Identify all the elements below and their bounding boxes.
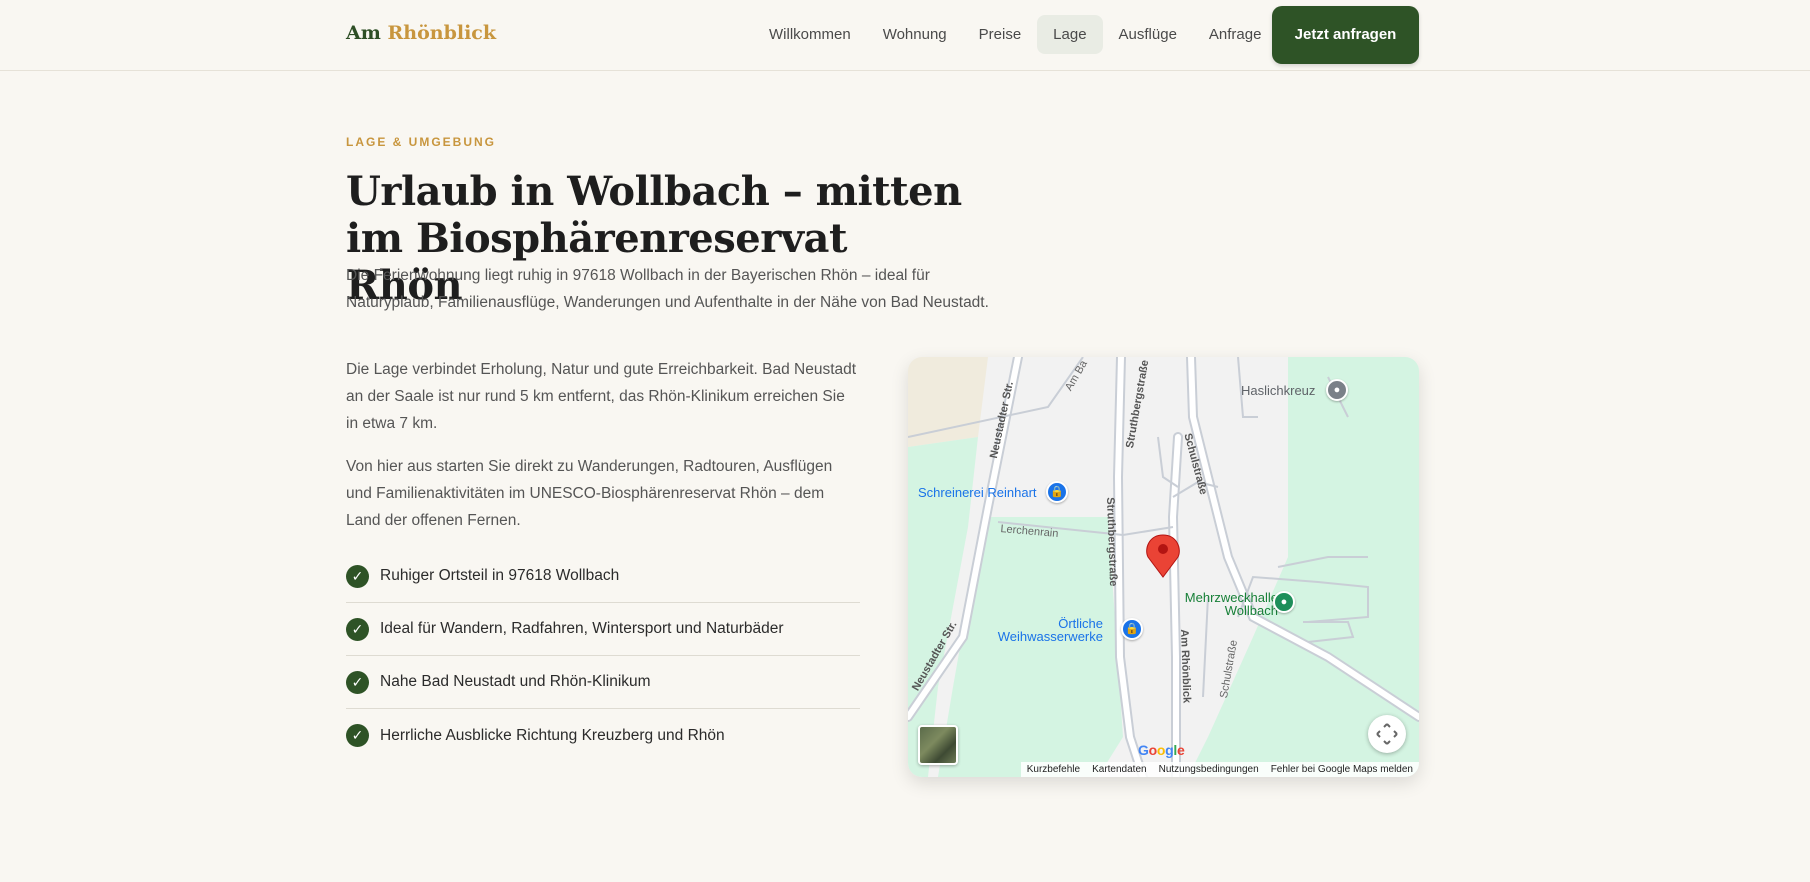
section-eyebrow: LAGE & UMGEBUNG xyxy=(346,135,496,149)
poi-label[interactable]: Wollbach xyxy=(1168,604,1278,618)
feature-label: Herrliche Ausblicke Richtung Kreuzberg u… xyxy=(380,726,725,744)
feature-item: ✓ Ideal für Wandern, Radfahren, Wintersp… xyxy=(346,603,860,656)
venue-icon[interactable]: ● xyxy=(1273,591,1295,613)
check-icon: ✓ xyxy=(346,564,369,588)
paragraph: Von hier aus starten Sie direkt zu Wande… xyxy=(346,458,833,529)
check-icon: ✓ xyxy=(346,617,369,641)
poi-label[interactable]: Weihwasserwerke xyxy=(993,629,1103,644)
paragraph: Die Lage verbindet Erholung, Natur und g… xyxy=(346,361,857,432)
feature-label: Ruhiger Ortsteil in 97618 Wollbach xyxy=(380,567,620,584)
brand-logo[interactable]: Am Rhönblick xyxy=(346,22,496,44)
map-data-link[interactable]: Kartendaten xyxy=(1092,762,1147,777)
fullscreen-icon xyxy=(1376,723,1398,745)
check-icon: ✓ xyxy=(346,670,369,694)
map-canvas[interactable] xyxy=(908,357,1419,777)
body-text: Die Lage verbindet Erholung, Natur und g… xyxy=(346,356,860,550)
map-attribution: Kurzbefehle Kartendaten Nutzungsbedingun… xyxy=(1020,762,1419,777)
site-header: Am Rhönblick Willkommen Wohnung Preise L… xyxy=(0,0,1810,71)
brand-part1: Am xyxy=(346,22,381,44)
feature-item: ✓ Ruhiger Ortsteil in 97618 Wollbach xyxy=(346,550,860,603)
google-logo: Google xyxy=(1138,742,1185,758)
feature-label: Ideal für Wandern, Radfahren, Winterspor… xyxy=(380,620,784,637)
check-icon: ✓ xyxy=(346,724,369,747)
nav-item-preise[interactable]: Preise xyxy=(963,15,1038,54)
feature-item: ✓ Herrliche Ausblicke Richtung Kreuzberg… xyxy=(346,709,860,762)
landmark-icon[interactable]: ● xyxy=(1326,379,1348,401)
feature-item: ✓ Nahe Bad Neustadt und Rhön-Klinikum xyxy=(346,656,860,709)
nav-item-ausfluege[interactable]: Ausflüge xyxy=(1103,15,1193,54)
street-label: Am Rhönblick xyxy=(1178,629,1193,704)
report-error-link[interactable]: Fehler bei Google Maps melden xyxy=(1271,762,1413,777)
nav-item-wohnung[interactable]: Wohnung xyxy=(867,15,963,54)
brand-part2: Rhönblick xyxy=(387,22,497,44)
shortcuts-link[interactable]: Kurzbefehle xyxy=(1027,762,1080,777)
section-intro: Die Ferienwohnung liegt ruhig in 97618 W… xyxy=(346,267,989,311)
shop-icon[interactable]: 🔒 xyxy=(1046,481,1068,503)
nav-item-anfrage[interactable]: Anfrage xyxy=(1193,15,1278,54)
satellite-toggle-button[interactable] xyxy=(918,725,958,765)
nav-item-willkommen[interactable]: Willkommen xyxy=(753,15,867,54)
terms-link[interactable]: Nutzungsbedingungen xyxy=(1159,762,1259,777)
fullscreen-button[interactable] xyxy=(1368,715,1406,753)
main-nav: Willkommen Wohnung Preise Lage Ausflüge … xyxy=(753,15,1277,54)
cta-button[interactable]: Jetzt anfragen xyxy=(1272,6,1419,64)
utility-icon[interactable]: 🔒 xyxy=(1121,618,1143,640)
feature-label: Nahe Bad Neustadt und Rhön-Klinikum xyxy=(380,673,651,690)
poi-label[interactable]: Schreinerei Reinhart xyxy=(918,485,1037,500)
poi-label[interactable]: Haslichkreuz xyxy=(1241,383,1315,398)
nav-item-lage[interactable]: Lage xyxy=(1037,15,1103,54)
feature-list: ✓ Ruhiger Ortsteil in 97618 Wollbach ✓ I… xyxy=(346,550,860,762)
location-map[interactable]: Neustadter Str. Neustadter Str. Struthbe… xyxy=(908,357,1419,777)
